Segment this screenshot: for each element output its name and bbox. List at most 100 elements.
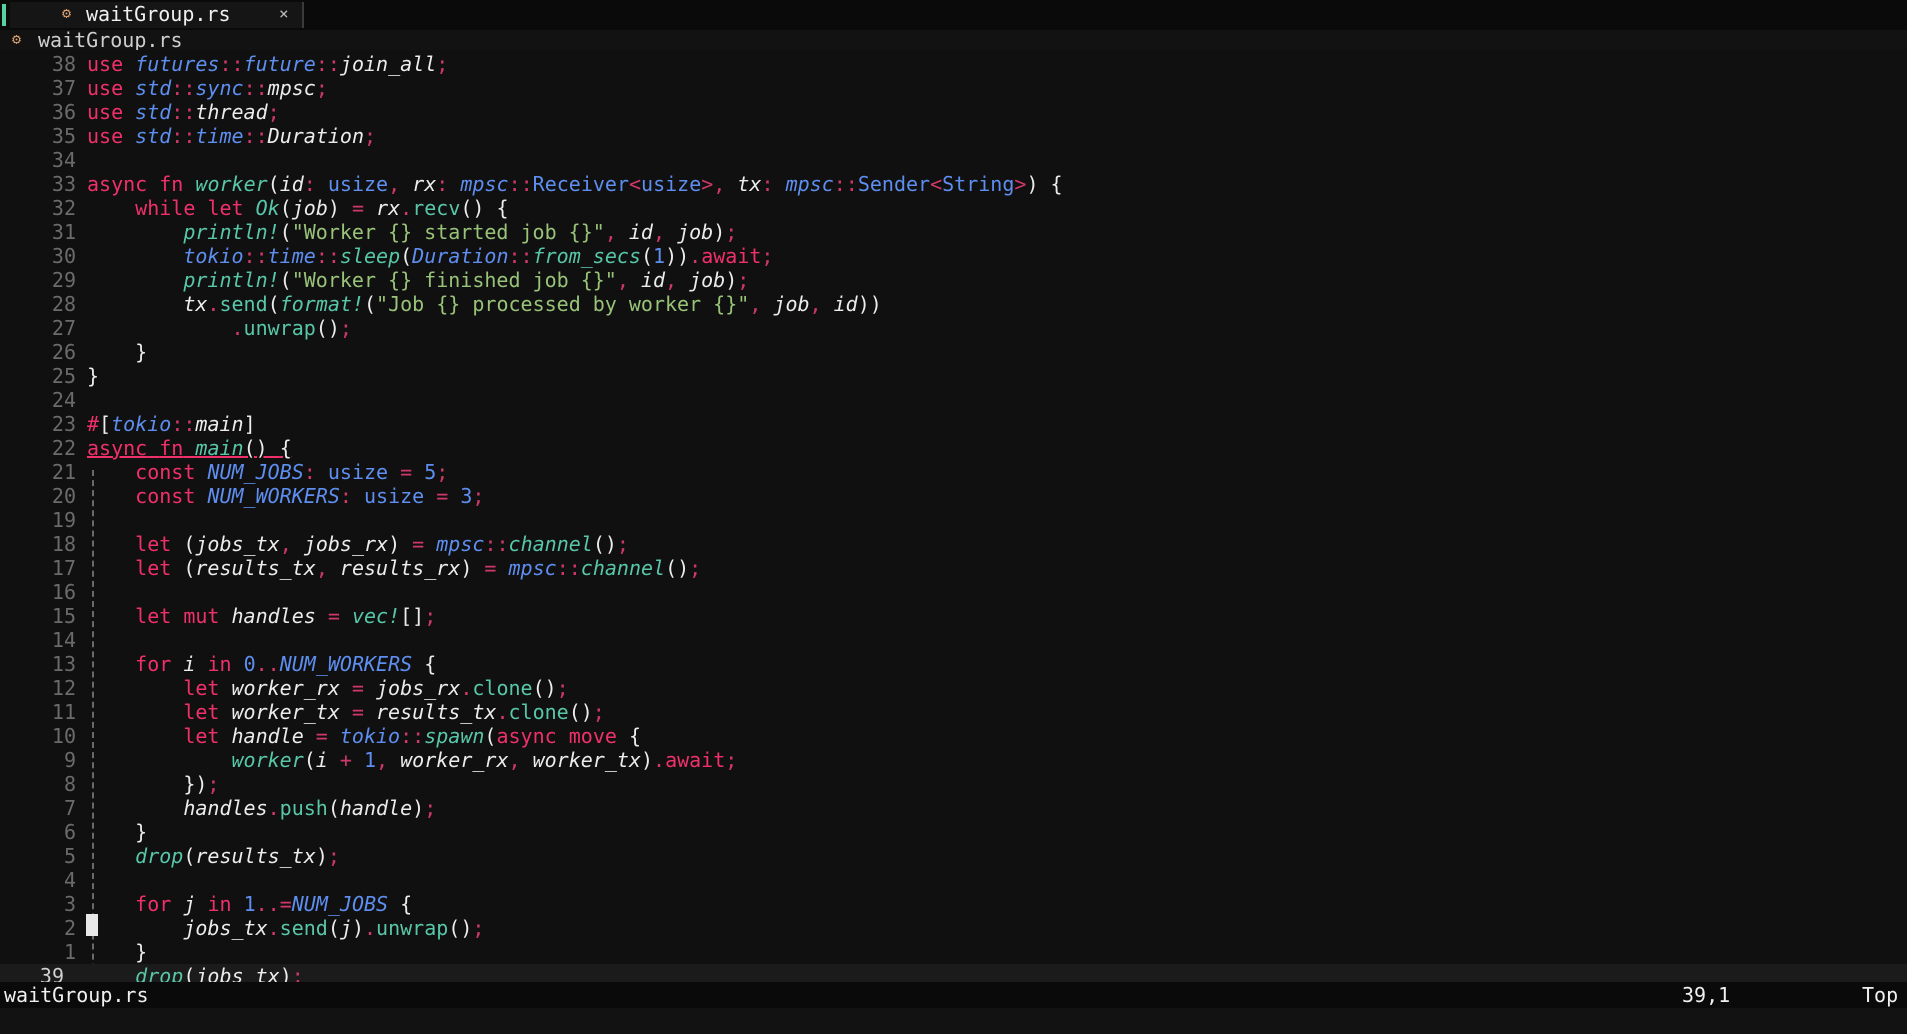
- statusline: waitGroup.rs 39,1 Top: [0, 982, 1907, 1008]
- code-text: .unwrap();: [231, 316, 352, 340]
- code-line[interactable]: 34: [0, 148, 1907, 172]
- line-number: 33: [51, 172, 76, 196]
- code-line[interactable]: 25}: [0, 364, 1907, 388]
- code-line[interactable]: 29 println!("Worker {} finished job {}",…: [0, 268, 1907, 292]
- line-number: 19: [51, 508, 76, 532]
- line-number: 11: [51, 700, 76, 724]
- code-text: println!("Worker {} started job {}", id,…: [183, 220, 738, 244]
- code-line[interactable]: 6 }: [0, 820, 1907, 844]
- code-line[interactable]: 19: [0, 508, 1907, 532]
- code-line[interactable]: 2 jobs_tx.send(j).unwrap();: [0, 916, 1907, 940]
- line-number: 26: [51, 340, 76, 364]
- line-number: 10: [51, 724, 76, 748]
- code-text: for i in 0..NUM_WORKERS {: [135, 652, 437, 676]
- cursor-position: 39,1: [1682, 983, 1731, 1007]
- line-number: 35: [51, 124, 76, 148]
- close-icon[interactable]: ×: [279, 4, 289, 23]
- code-line[interactable]: 23 #[tokio::main]: [0, 412, 1907, 436]
- code-line[interactable]: 4: [0, 868, 1907, 892]
- code-text: worker(i + 1, worker_rx, worker_tx).awai…: [231, 748, 738, 772]
- line-number: 20: [51, 484, 76, 508]
- line-number: 1: [63, 940, 76, 964]
- code-text: while let Ok(job) = rx.recv() {: [135, 196, 509, 220]
- code-line[interactable]: 24: [0, 388, 1907, 412]
- line-number: 6: [63, 820, 76, 844]
- code-line[interactable]: 5 drop(results_tx);: [0, 844, 1907, 868]
- command-line[interactable]: [0, 1008, 1907, 1034]
- code-line[interactable]: 27 .unwrap();: [0, 316, 1907, 340]
- code-line[interactable]: 3 for j in 1..=NUM_JOBS {: [0, 892, 1907, 916]
- line-number: 14: [51, 628, 76, 652]
- code-text: use std::thread;: [87, 100, 280, 124]
- code-line[interactable]: 37 use std::sync::mpsc;: [0, 76, 1907, 100]
- code-editor[interactable]: 38 use futures::future::join_all; 37 use st…: [0, 50, 1907, 1010]
- code-text: println!("Worker {} finished job {}", id…: [183, 268, 750, 292]
- code-text: let worker_tx = results_tx.clone();: [183, 700, 605, 724]
- line-number: 25: [51, 364, 76, 388]
- code-line[interactable]: 1 }: [0, 940, 1907, 964]
- code-line[interactable]: 28 tx.send(format!("Job {} processed by …: [0, 292, 1907, 316]
- line-number: 18: [51, 532, 76, 556]
- code-text: const NUM_WORKERS: usize = 3;: [135, 484, 485, 508]
- code-line[interactable]: 20 const NUM_WORKERS: usize = 3;: [0, 484, 1907, 508]
- tab-waitgroup[interactable]: ⚙ waitGroup.rs ×: [10, 2, 304, 28]
- line-number: 16: [51, 580, 76, 604]
- line-number: 31: [51, 220, 76, 244]
- line-number: 34: [51, 148, 76, 172]
- line-number: 9: [63, 748, 76, 772]
- code-text: let handle = tokio::spawn(async move {: [183, 724, 641, 748]
- line-number: 17: [51, 556, 76, 580]
- line-number: 36: [51, 100, 76, 124]
- scroll-position: Top: [1862, 983, 1899, 1007]
- code-text: });: [183, 772, 220, 796]
- code-text: use std::time::Duration;: [87, 124, 377, 148]
- line-number: 28: [51, 292, 76, 316]
- tab-label: waitGroup.rs: [86, 2, 231, 26]
- code-text: }: [135, 940, 148, 964]
- code-text: jobs_tx.send(j).unwrap();: [183, 916, 485, 940]
- code-line[interactable]: 21 const NUM_JOBS: usize = 5;: [0, 460, 1907, 484]
- line-number: 12: [51, 676, 76, 700]
- code-text: tx.send(format!("Job {} processed by wor…: [183, 292, 882, 316]
- line-number: 37: [51, 76, 76, 100]
- code-line[interactable]: 12 let worker_rx = jobs_rx.clone();: [0, 676, 1907, 700]
- code-line[interactable]: 33 async fn worker(id: usize, rx: mpsc::R…: [0, 172, 1907, 196]
- tab-accent: [2, 4, 6, 26]
- line-number: 5: [63, 844, 76, 868]
- code-text: async fn worker(id: usize, rx: mpsc::Rec…: [87, 172, 1063, 196]
- code-line[interactable]: 36 use std::thread;: [0, 100, 1907, 124]
- code-text: async fn main() {: [87, 436, 292, 460]
- code-line[interactable]: 32 while let Ok(job) = rx.recv() {: [0, 196, 1907, 220]
- line-number: 2: [63, 916, 76, 940]
- code-line[interactable]: 10 let handle = tokio::spawn(async move …: [0, 724, 1907, 748]
- code-line[interactable]: 16: [0, 580, 1907, 604]
- code-line[interactable]: 35 use std::time::Duration;: [0, 124, 1907, 148]
- code-text: let (jobs_tx, jobs_rx) = mpsc::channel()…: [135, 532, 629, 556]
- code-line[interactable]: 26 }: [0, 340, 1907, 364]
- code-text: drop(results_tx);: [135, 844, 340, 868]
- line-number: 21: [51, 460, 76, 484]
- code-text: use futures::future::join_all;: [87, 52, 449, 76]
- code-line[interactable]: 7 handles.push(handle);: [0, 796, 1907, 820]
- code-line[interactable]: 17 let (results_tx, results_rx) = mpsc::…: [0, 556, 1907, 580]
- code-text: #[tokio::main]: [87, 412, 256, 436]
- code-text: for j in 1..=NUM_JOBS {: [135, 892, 413, 916]
- code-text: let (results_tx, results_rx) = mpsc::cha…: [135, 556, 702, 580]
- code-line[interactable]: 9 worker(i + 1, worker_rx, worker_tx).aw…: [0, 748, 1907, 772]
- code-text: }: [135, 340, 148, 364]
- code-line[interactable]: 31 println!("Worker {} started job {}", …: [0, 220, 1907, 244]
- code-line[interactable]: 18 let (jobs_tx, jobs_rx) = mpsc::channe…: [0, 532, 1907, 556]
- code-line[interactable]: 11 let worker_tx = results_tx.clone();: [0, 700, 1907, 724]
- code-line[interactable]: 13 for i in 0..NUM_WORKERS {: [0, 652, 1907, 676]
- code-text: const NUM_JOBS: usize = 5;: [135, 460, 449, 484]
- code-line[interactable]: 30 tokio::time::sleep(Duration::from_sec…: [0, 244, 1907, 268]
- line-number: 24: [51, 388, 76, 412]
- code-line[interactable]: 22 async fn main() {: [0, 436, 1907, 460]
- code-line[interactable]: 15 let mut handles = vec![];: [0, 604, 1907, 628]
- line-number: 3: [63, 892, 76, 916]
- code-line[interactable]: 8 });: [0, 772, 1907, 796]
- winbar-filename: waitGroup.rs: [38, 28, 183, 52]
- code-line[interactable]: 14: [0, 628, 1907, 652]
- code-text: let worker_rx = jobs_rx.clone();: [183, 676, 569, 700]
- code-line[interactable]: 38 use futures::future::join_all;: [0, 52, 1907, 76]
